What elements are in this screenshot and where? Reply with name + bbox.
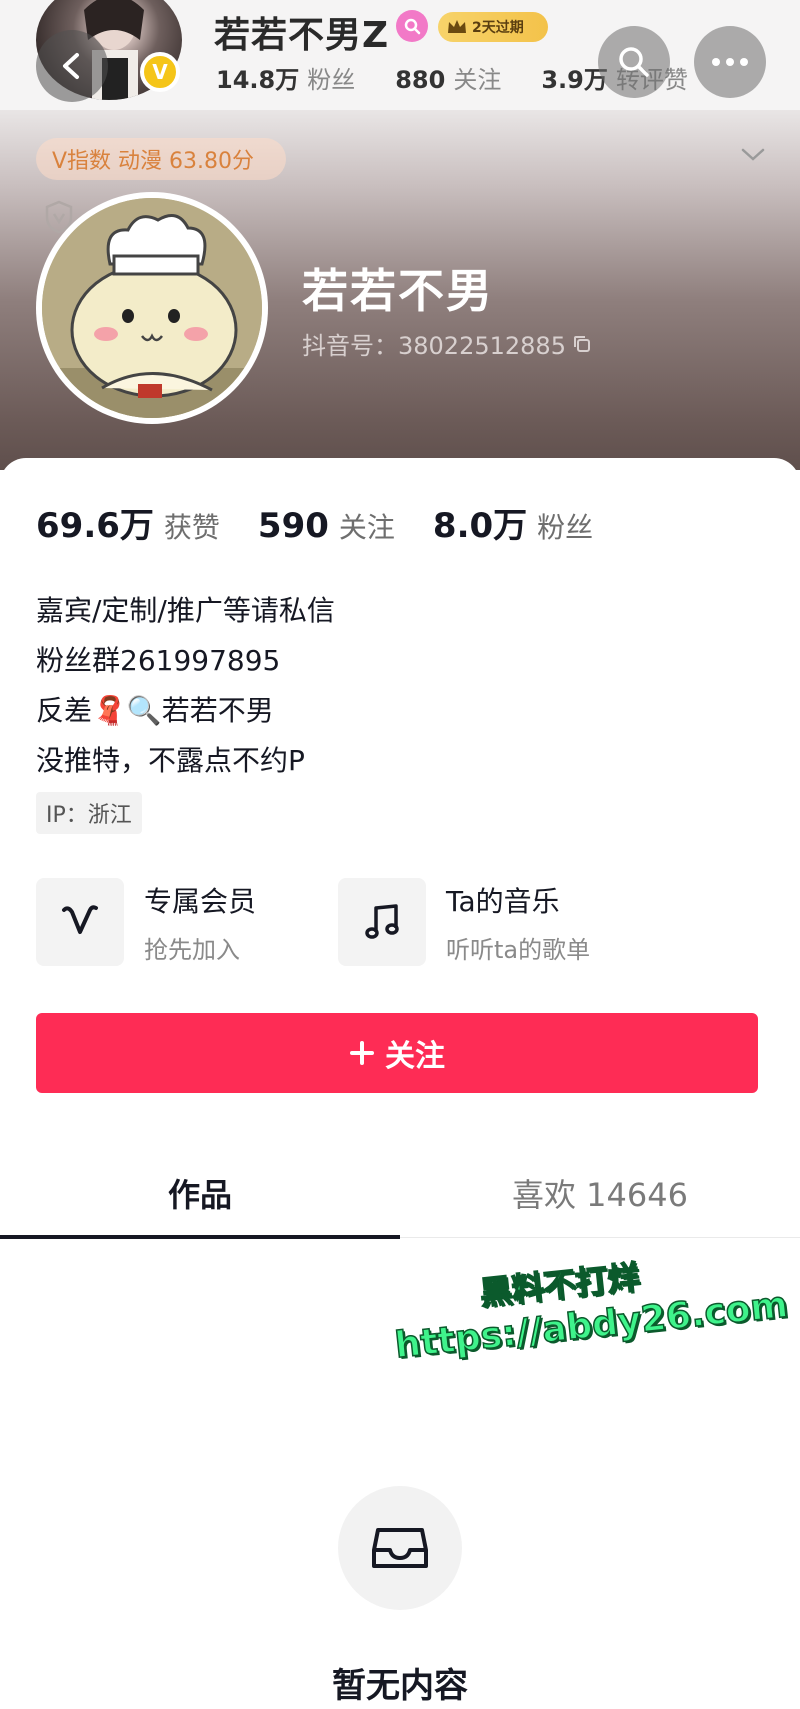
chevron-left-icon (63, 53, 79, 79)
vip-expiry-label: 2天过期 (472, 20, 524, 36)
v-index-badge[interactable]: V指数 动漫 63.80分 (36, 138, 286, 180)
chevron-down-icon[interactable] (740, 146, 766, 164)
profile-bio: 嘉宾/定制/推广等请私信 粉丝群261997895 反差🧣🔍若若不男 没推特，不… (36, 586, 335, 786)
feature-music[interactable]: Ta的音乐 听听ta的歌单 (338, 878, 590, 966)
stat-value: 8.0万 (432, 506, 528, 546)
inbox-tray-icon (338, 1486, 462, 1610)
copy-icon[interactable] (572, 334, 592, 354)
bio-line: 粉丝群261997895 (36, 644, 281, 677)
stat-value: 69.6万 (36, 506, 154, 546)
more-button[interactable] (694, 26, 766, 98)
music-note-icon (338, 878, 426, 966)
stat-value: 3.9万 (541, 66, 608, 94)
stat-value: 590 (257, 506, 329, 546)
stat-likes[interactable]: 69.6万 获赞 (36, 498, 220, 547)
stat-value: 14.8万 (216, 66, 300, 94)
plus-icon (350, 1041, 374, 1065)
profile-content: 69.6万 获赞 590 关注 8.0万 粉丝 嘉宾/定制/推广等请私信 粉丝群261… (0, 458, 800, 1709)
stat-label: 关注 (453, 66, 502, 94)
content-tabs: 作品 喜欢 14646 (0, 1148, 800, 1239)
profile-stats: 69.6万 获赞 590 关注 8.0万 粉丝 (36, 498, 593, 547)
search-icon (619, 47, 649, 77)
douyin-id-text: 抖音号：38022512885 (302, 332, 566, 360)
tab-label: 作品 (167, 1176, 232, 1214)
tab-active-indicator (0, 1235, 400, 1239)
stat-label: 粉丝 (307, 66, 356, 94)
header-username: 若若不男Z (214, 15, 390, 56)
profile-hero: V 若若不男Z 2天过期 14.8万粉丝 880关注 3.9万转评赞 V指数 动… (0, 0, 800, 470)
stat-following[interactable]: 590 关注 (258, 506, 395, 546)
tab-label: 喜欢 14646 (512, 1176, 688, 1214)
feature-subtitle: 听听ta的歌单 (446, 935, 591, 964)
stat-value: 880 (395, 66, 446, 94)
stat-label: 粉丝 (537, 511, 594, 544)
feature-title: 专属会员 (144, 884, 257, 918)
vip-expiry-badge[interactable]: 2天过期 (438, 12, 548, 42)
follow-button-label: 关注 (385, 1039, 445, 1074)
watermark-overlay: 黑料不打烊 https://abdy26.com (388, 1240, 790, 1367)
tab-likes[interactable]: 喜欢 14646 (400, 1148, 800, 1238)
v-member-icon (36, 878, 124, 966)
header-stat-following[interactable]: 880 关注 (395, 60, 501, 95)
follow-button[interactable]: 关注 (36, 1013, 758, 1093)
bio-line: 嘉宾/定制/推广等请私信 (36, 594, 335, 627)
search-badge-icon (396, 10, 428, 42)
feature-subtitle: 抢先加入 (144, 935, 240, 964)
empty-state-text: 暂无内容 (332, 1666, 468, 1706)
douyin-id[interactable]: 抖音号：38022512885 (302, 326, 592, 361)
stat-label: 获赞 (163, 511, 220, 544)
bio-line: 反差🧣🔍若若不男 (36, 694, 274, 727)
tab-works[interactable]: 作品 (0, 1148, 400, 1238)
back-button[interactable] (36, 30, 108, 102)
stat-fans[interactable]: 8.0万 粉丝 (433, 498, 593, 547)
profile-avatar[interactable] (36, 192, 268, 424)
profile-nickname: 若若不男 (302, 264, 494, 318)
feature-membership[interactable]: 专属会员 抢先加入 (36, 878, 256, 966)
crown-icon (448, 20, 466, 33)
search-button[interactable] (598, 26, 670, 98)
verified-badge-icon: V (140, 52, 180, 92)
stat-label: 关注 (338, 511, 395, 544)
more-dots-icon (712, 58, 748, 66)
bio-line: 没推特，不露点不约P (36, 744, 305, 777)
ip-location-tag: IP：浙江 (36, 792, 142, 834)
header-stat-fans[interactable]: 14.8万 粉丝 (216, 60, 355, 95)
feature-title: Ta的音乐 (446, 884, 560, 918)
